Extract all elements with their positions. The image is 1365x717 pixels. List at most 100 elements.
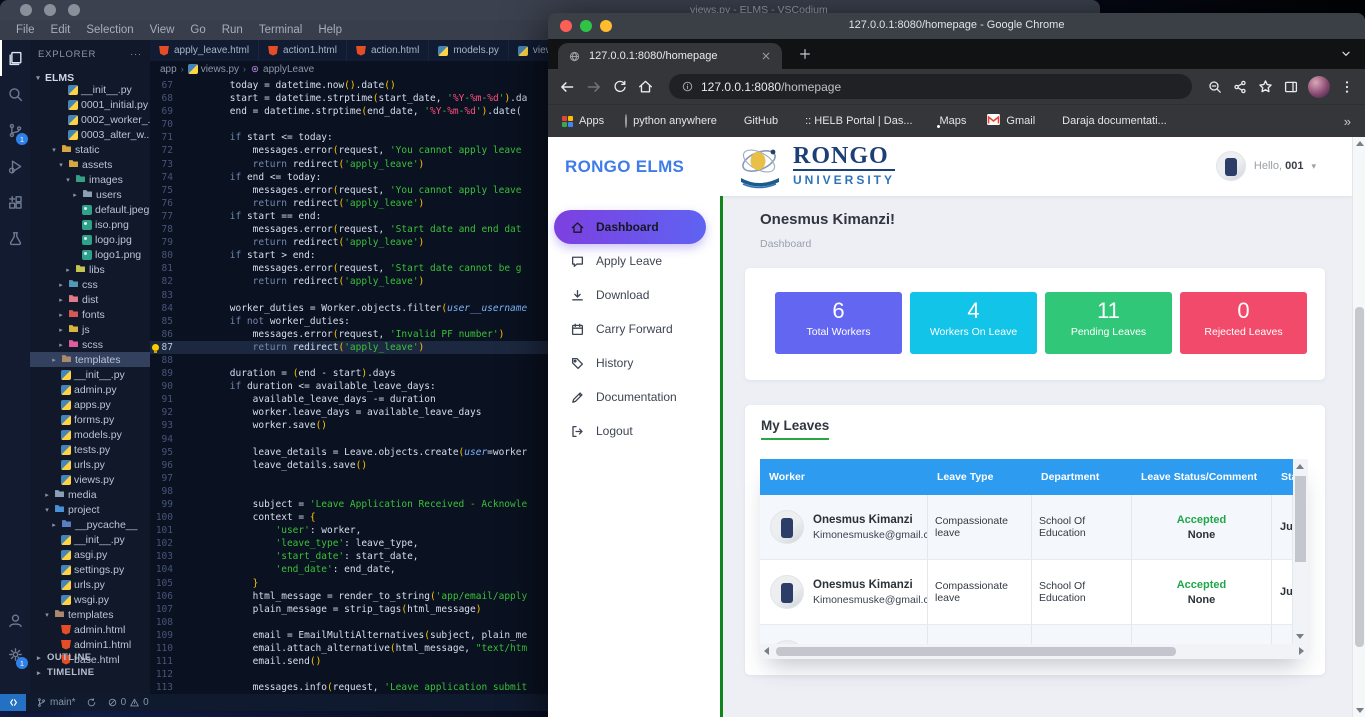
share-icon[interactable]	[1232, 79, 1248, 95]
tree-item-settings-py[interactable]: settings.py	[30, 562, 150, 577]
tree-item-logo-jpg[interactable]: logo.jpg	[30, 232, 150, 247]
tree-item-0001-initial-py[interactable]: 0001_initial.py	[30, 97, 150, 112]
sync-button[interactable]	[86, 697, 97, 708]
timeline-section[interactable]: ▸TIMELINE	[30, 665, 150, 680]
editor-tab-action1-html[interactable]: action1.html	[259, 40, 347, 61]
page-scrollbar[interactable]	[1352, 137, 1365, 717]
breadcrumb-views.py[interactable]: views.py	[188, 64, 239, 75]
tree-item-dist[interactable]: ▸dist	[30, 292, 150, 307]
home-button[interactable]	[637, 78, 654, 95]
bookmark-github[interactable]: GitHub	[738, 115, 778, 127]
brand-link[interactable]: RONGO ELMS	[565, 137, 684, 196]
tree-item-templates[interactable]: ▸templates	[30, 352, 150, 367]
page-info-icon[interactable]	[681, 80, 694, 93]
tree-item-js[interactable]: ▸js	[30, 322, 150, 337]
menu-edit[interactable]: Edit	[43, 24, 79, 36]
outline-section[interactable]: ▸OUTLINE	[30, 650, 150, 665]
activity-source-control-icon[interactable]: 1	[0, 112, 30, 148]
activity-settings-gear-icon[interactable]: 1	[0, 636, 30, 672]
vscode-minimize-button[interactable]	[44, 4, 56, 16]
tree-item-media[interactable]: ▸media	[30, 487, 150, 502]
back-button[interactable]	[558, 78, 576, 96]
activity-extensions-icon[interactable]	[0, 184, 30, 220]
bookmark-star-icon[interactable]	[1257, 78, 1274, 95]
tree-item-static[interactable]: ▾static	[30, 142, 150, 157]
tab-search-chevron-icon[interactable]	[1339, 47, 1353, 61]
breadcrumb-applyleave[interactable]: applyLeave	[250, 64, 314, 75]
tree-item-iso-png[interactable]: iso.png	[30, 217, 150, 232]
tree-item-apps-py[interactable]: apps.py	[30, 397, 150, 412]
activity-explorer-icon[interactable]	[0, 40, 30, 76]
tree-item-project[interactable]: ▾project	[30, 502, 150, 517]
table-row[interactable]: Onesmus KimanziKimonesmuske@gmail.comCom…	[760, 625, 1293, 644]
address-bar[interactable]: 127.0.0.1:8080/homepage	[669, 74, 1192, 99]
tree-item-images[interactable]: ▾images	[30, 172, 150, 187]
tree-item-asgi-py[interactable]: asgi.py	[30, 547, 150, 562]
menu-selection[interactable]: Selection	[78, 24, 141, 36]
remote-indicator[interactable]	[0, 694, 26, 711]
breadcrumb-app[interactable]: app	[160, 64, 177, 75]
bookmark-apps[interactable]: Apps	[562, 115, 604, 127]
table-horizontal-scrollbar[interactable]	[760, 644, 1308, 659]
problems-status[interactable]: 00	[107, 697, 149, 708]
activity-run-debug-icon[interactable]	[0, 148, 30, 184]
sidebar-item-dashboard[interactable]: Dashboard	[554, 210, 706, 244]
tree-item-wsgi-py[interactable]: wsgi.py	[30, 592, 150, 607]
sidebar-item-logout[interactable]: Logout	[554, 414, 706, 448]
bookmark-maps[interactable]: Maps	[934, 115, 967, 127]
activity-account-icon[interactable]	[0, 602, 30, 638]
bookmark-daraja-documentati-[interactable]: Daraja documentati...	[1056, 115, 1167, 127]
vscode-maximize-button[interactable]	[68, 4, 80, 16]
sidebar-item-carry-forward[interactable]: Carry Forward	[554, 312, 706, 346]
forward-button[interactable]	[585, 78, 603, 96]
table-row[interactable]: Onesmus KimanziKimonesmuske@gmail.comCom…	[760, 560, 1293, 625]
lightbulb-icon[interactable]	[152, 344, 159, 351]
sidebar-item-documentation[interactable]: Documentation	[554, 380, 706, 414]
scrollbar-thumb[interactable]	[1355, 307, 1364, 647]
tree-item--pycache-[interactable]: ▸__pycache__	[30, 517, 150, 532]
profile-avatar[interactable]	[1308, 76, 1330, 98]
menu-run[interactable]: Run	[214, 24, 251, 36]
editor-tab-apply-leave-html[interactable]: apply_leave.html	[150, 40, 259, 61]
sidebar-item-download[interactable]: Download	[554, 278, 706, 312]
editor-tab-action-html[interactable]: action.html	[347, 40, 429, 61]
bookmark-python-anywhere[interactable]: python anywhere	[625, 115, 717, 127]
tree-item-fonts[interactable]: ▸fonts	[30, 307, 150, 322]
editor-tab-models-py[interactable]: models.py	[429, 40, 509, 61]
tree-item-views-py[interactable]: views.py	[30, 472, 150, 487]
git-branch-status[interactable]: main*	[36, 697, 76, 708]
user-menu[interactable]: Hello, 001 ▾	[1216, 151, 1316, 181]
sidebar-item-history[interactable]: History	[554, 346, 706, 380]
tree-item-0002-worker-[interactable]: 0002_worker_...	[30, 112, 150, 127]
side-panel-icon[interactable]	[1283, 79, 1299, 95]
menu-go[interactable]: Go	[182, 24, 213, 36]
table-vertical-scrollbar[interactable]	[1293, 459, 1308, 644]
tree-item-libs[interactable]: ▸libs	[30, 262, 150, 277]
new-tab-button[interactable]	[798, 47, 812, 61]
vscode-close-button[interactable]	[20, 4, 32, 16]
zoom-icon[interactable]	[1207, 79, 1223, 95]
bookmark--helb-portal-das-[interactable]: :: HELB Portal | Das...	[799, 115, 912, 127]
tree-item-admin-html[interactable]: admin.html	[30, 622, 150, 637]
tree-item-models-py[interactable]: models.py	[30, 427, 150, 442]
tree-item--init-py[interactable]: __init__.py	[30, 532, 150, 547]
tree-item-scss[interactable]: ▸scss	[30, 337, 150, 352]
tree-item-css[interactable]: ▸css	[30, 277, 150, 292]
scrollbar-thumb[interactable]	[776, 647, 1176, 656]
menu-file[interactable]: File	[8, 24, 43, 36]
browser-tab[interactable]: 127.0.0.1:8080/homepage	[558, 43, 782, 69]
tree-item--init-py[interactable]: __init__.py	[30, 367, 150, 382]
tree-item-tests-py[interactable]: tests.py	[30, 442, 150, 457]
menu-view[interactable]: View	[142, 24, 183, 36]
menu-terminal[interactable]: Terminal	[251, 24, 310, 36]
tree-item-templates[interactable]: ▾templates	[30, 607, 150, 622]
tree-item--init-py[interactable]: __init__.py	[30, 82, 150, 97]
browser-menu-icon[interactable]	[1339, 79, 1355, 95]
reload-button[interactable]	[612, 79, 628, 95]
bookmarks-overflow-icon[interactable]: »	[1344, 114, 1351, 129]
activity-search-icon[interactable]	[0, 76, 30, 112]
tree-item-admin-py[interactable]: admin.py	[30, 382, 150, 397]
sidebar-item-apply-leave[interactable]: Apply Leave	[554, 244, 706, 278]
scrollbar-thumb[interactable]	[1295, 476, 1306, 562]
tree-item-forms-py[interactable]: forms.py	[30, 412, 150, 427]
